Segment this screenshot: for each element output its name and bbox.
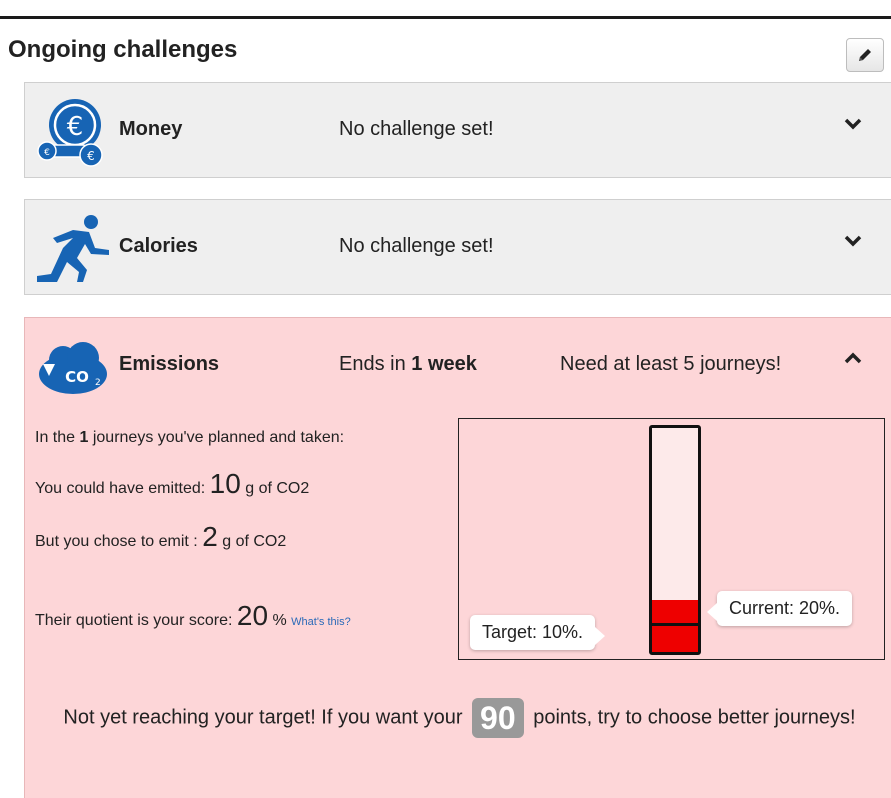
challenge-status: No challenge set! [339,235,494,257]
svg-text:2: 2 [95,378,101,388]
svg-text:€: € [44,148,50,158]
edit-button[interactable] [846,38,884,72]
co2-cloud-icon: CO 2 [39,342,107,394]
challenge-name: Emissions [119,353,220,375]
svg-text:€: € [87,149,95,163]
points-badge: 90 [472,698,524,738]
journeys-prefix: In the [35,429,80,446]
chose-emit-value: 2 [202,521,218,552]
score-unit: % [268,612,287,629]
gauge-bar [649,425,701,655]
gauge-target-line [652,623,698,626]
whats-this-link[interactable]: What's this? [291,616,351,628]
top-divider [0,16,891,19]
chevron-down-icon[interactable] [843,230,863,250]
chevron-up-icon[interactable] [843,348,863,368]
journeys-suffix: journeys you've planned and taken: [88,429,345,446]
pencil-icon [859,49,871,61]
score-label: Their quotient is your score: [35,612,237,629]
message-after: points, try to choose better journeys! [527,706,856,729]
challenge-status: No challenge set! [339,118,494,140]
could-emit-line: You could have emitted: 10 g of CO2 [35,468,309,500]
challenge-requirement: Need at least 5 journeys! [560,353,782,375]
message-before: Not yet reaching your target! If you wan… [63,706,469,729]
runner-icon [37,215,109,282]
challenge-panel-emissions: CO 2 Emissions Ends in 1 week Need at le… [24,317,891,798]
challenge-name: Money [119,118,183,140]
could-emit-label: You could have emitted: [35,480,210,497]
score-line: Their quotient is your score: 20 % What'… [35,600,351,632]
section-title: Ongoing challenges [8,36,238,63]
current-callout: Current: 20%. [706,591,853,626]
target-callout: Target: 10%. [470,615,606,650]
end-duration: 1 week [411,353,477,375]
score-gauge: Target: 10%. Current: 20%. [458,418,885,660]
could-emit-value: 10 [209,468,241,499]
svg-text:€: € [67,112,84,142]
challenge-end: Ends in 1 week [339,353,477,376]
challenge-panel-money[interactable]: € € € Money No challenge set! [24,82,891,178]
chose-emit-line: But you chose to emit : 2 g of CO2 [35,521,286,553]
challenge-panel-calories[interactable]: Calories No challenge set! [24,199,891,295]
chose-emit-label: But you chose to emit : [35,533,203,550]
gauge-current-fill [652,600,698,652]
could-emit-unit: g of CO2 [240,480,310,497]
end-prefix: Ends in [339,353,412,375]
score-message: Not yet reaching your target! If you wan… [35,698,884,738]
journeys-line: In the 1 journeys you've planned and tak… [35,429,344,447]
svg-text:CO: CO [65,368,89,386]
euro-coins-icon: € € € [37,99,103,167]
chose-emit-unit: g of CO2 [217,533,287,550]
score-value: 20 [236,600,269,631]
challenge-name: Calories [119,235,198,257]
chevron-down-icon[interactable] [843,113,863,133]
